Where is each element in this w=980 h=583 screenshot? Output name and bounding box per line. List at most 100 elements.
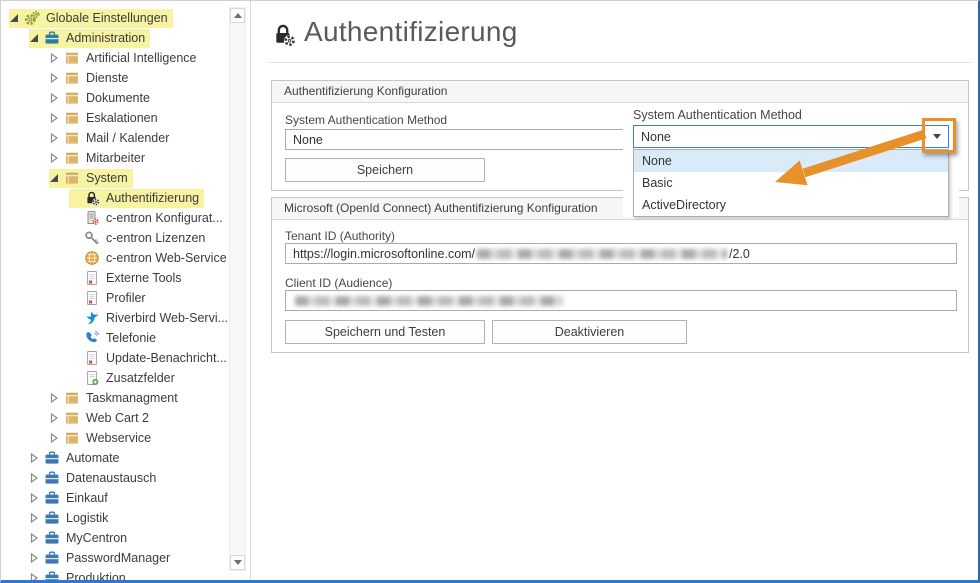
tree-item-label: PasswordManager <box>66 551 170 565</box>
folder-icon <box>64 170 80 186</box>
tree-item-content: Profiler <box>69 289 151 308</box>
folder-icon <box>64 430 80 446</box>
arrow-spacer <box>69 253 79 263</box>
briefcase-blue-icon <box>44 470 60 486</box>
collapsed-arrow-icon[interactable] <box>49 413 59 423</box>
tree-item[interactable]: Mail / Kalender <box>1 128 227 148</box>
collapsed-arrow-icon[interactable] <box>29 553 39 563</box>
tree-item[interactable]: c-entron Lizenzen <box>1 228 227 248</box>
tree-item[interactable]: Webservice <box>1 428 227 448</box>
tree-item[interactable]: Profiler <box>1 288 227 308</box>
tree-item[interactable]: Externe Tools <box>1 268 227 288</box>
folder-icon <box>64 110 80 126</box>
tree-item-content: Webservice <box>49 429 156 448</box>
collapsed-arrow-icon[interactable] <box>49 153 59 163</box>
overlay-selected-value: None <box>641 130 671 144</box>
tree-item[interactable]: Einkauf <box>1 488 227 508</box>
tree-item[interactable]: Mitarbeiter <box>1 148 227 168</box>
tree-item-label: Web Cart 2 <box>86 411 149 425</box>
client-id-input[interactable] <box>285 290 957 311</box>
collapsed-arrow-icon[interactable] <box>49 113 59 123</box>
scroll-up-button[interactable] <box>230 8 245 23</box>
tree-item[interactable]: MyCentron <box>1 528 227 548</box>
tree-scrollbar[interactable] <box>229 7 246 571</box>
collapsed-arrow-icon[interactable] <box>29 473 39 483</box>
tree-item-label: Update-Benachricht... <box>106 351 227 365</box>
tree-item[interactable]: c-entron Konfigurat... <box>1 208 227 228</box>
collapsed-arrow-icon[interactable] <box>49 53 59 63</box>
tree-item-content: Zusatzfelder <box>69 369 180 388</box>
tree-item[interactable]: Authentifizierung <box>1 188 227 208</box>
tree-item[interactable]: Dienste <box>1 68 227 88</box>
tree-item[interactable]: Automate <box>1 448 227 468</box>
folder-icon <box>64 410 80 426</box>
expanded-arrow-icon[interactable] <box>29 33 39 43</box>
tenant-id-label: Tenant ID (Authority) <box>285 229 395 243</box>
expanded-arrow-icon[interactable] <box>9 13 19 23</box>
tree-item[interactable]: PasswordManager <box>1 548 227 568</box>
briefcase-teal-icon <box>44 30 60 46</box>
dropdown-option[interactable]: None <box>634 150 948 172</box>
tree-item-content: Mail / Kalender <box>49 129 174 148</box>
save-button[interactable]: Speichern <box>285 158 485 182</box>
tree-item[interactable]: Logistik <box>1 508 227 528</box>
tree-item-content: Mitarbeiter <box>49 149 150 168</box>
tree-item[interactable]: Eskalationen <box>1 108 227 128</box>
overlay-method-combobox[interactable]: None <box>633 125 949 148</box>
collapsed-arrow-icon[interactable] <box>29 513 39 523</box>
dropdown-option[interactable]: Basic <box>634 172 948 194</box>
tree-item[interactable]: Dokumente <box>1 88 227 108</box>
collapsed-arrow-icon[interactable] <box>29 493 39 503</box>
tree-item[interactable]: Globale Einstellungen <box>1 8 227 28</box>
tree-item-label: Riverbird Web-Servi... <box>106 311 228 325</box>
tenant-id-input[interactable]: https://login.microsoftonline.com//2.0 <box>285 243 957 264</box>
tree-item[interactable]: Zusatzfelder <box>1 368 227 388</box>
expanded-arrow-icon[interactable] <box>49 173 59 183</box>
tree-item-label: System <box>86 171 128 185</box>
phone-icon <box>84 330 100 346</box>
collapsed-arrow-icon[interactable] <box>49 93 59 103</box>
deactivate-button[interactable]: Deaktivieren <box>492 320 687 344</box>
tree-item-content: Taskmanagment <box>49 389 183 408</box>
collapsed-arrow-icon[interactable] <box>49 73 59 83</box>
tree-item-label: Mail / Kalender <box>86 131 169 145</box>
tree-item-content: Globale Einstellungen <box>9 9 173 28</box>
dropdown-option[interactable]: ActiveDirectory <box>634 194 948 216</box>
collapsed-arrow-icon[interactable] <box>49 433 59 443</box>
tree-item[interactable]: Riverbird Web-Servi... <box>1 308 227 328</box>
folder-icon <box>64 70 80 86</box>
tree-item-label: Zusatzfelder <box>106 371 175 385</box>
client-id-label: Client ID (Audience) <box>285 276 392 290</box>
tree-item-content: Externe Tools <box>69 269 187 288</box>
tree-item-label: Logistik <box>66 511 108 525</box>
system-auth-method-value: None <box>293 133 323 147</box>
tree-item[interactable]: Taskmanagment <box>1 388 227 408</box>
save-and-test-button[interactable]: Speichern und Testen <box>285 320 485 344</box>
arrow-spacer <box>69 193 79 203</box>
tree-item[interactable]: Web Cart 2 <box>1 408 227 428</box>
gears-icon <box>24 10 40 26</box>
tree-item[interactable]: Artificial Intelligence <box>1 48 227 68</box>
folder-icon <box>64 50 80 66</box>
collapsed-arrow-icon[interactable] <box>29 453 39 463</box>
document-check-icon <box>84 270 100 286</box>
settings-tree-panel: Globale EinstellungenAdministrationArtif… <box>1 1 251 580</box>
tree-item-content: Datenaustausch <box>29 469 161 488</box>
tree-item[interactable]: Datenaustausch <box>1 468 227 488</box>
collapsed-arrow-icon[interactable] <box>29 533 39 543</box>
tree-item-content: c-entron Konfigurat... <box>69 209 228 228</box>
tree-item[interactable]: Update-Benachricht... <box>1 348 227 368</box>
collapsed-arrow-icon[interactable] <box>49 393 59 403</box>
tree-item[interactable]: Produktion <box>1 568 227 580</box>
tree-item[interactable]: Administration <box>1 28 227 48</box>
dropdown-list: NoneBasicActiveDirectory <box>633 149 949 217</box>
tree-item-content: Artificial Intelligence <box>49 49 201 68</box>
collapsed-arrow-icon[interactable] <box>29 573 39 580</box>
tree-item[interactable]: Telefonie <box>1 328 227 348</box>
tree-item[interactable]: System <box>1 168 227 188</box>
tree-item[interactable]: c-entron Web-Service <box>1 248 227 268</box>
scroll-down-button[interactable] <box>230 555 245 570</box>
arrow-spacer <box>69 333 79 343</box>
lock-gear-icon <box>271 22 296 47</box>
collapsed-arrow-icon[interactable] <box>49 133 59 143</box>
